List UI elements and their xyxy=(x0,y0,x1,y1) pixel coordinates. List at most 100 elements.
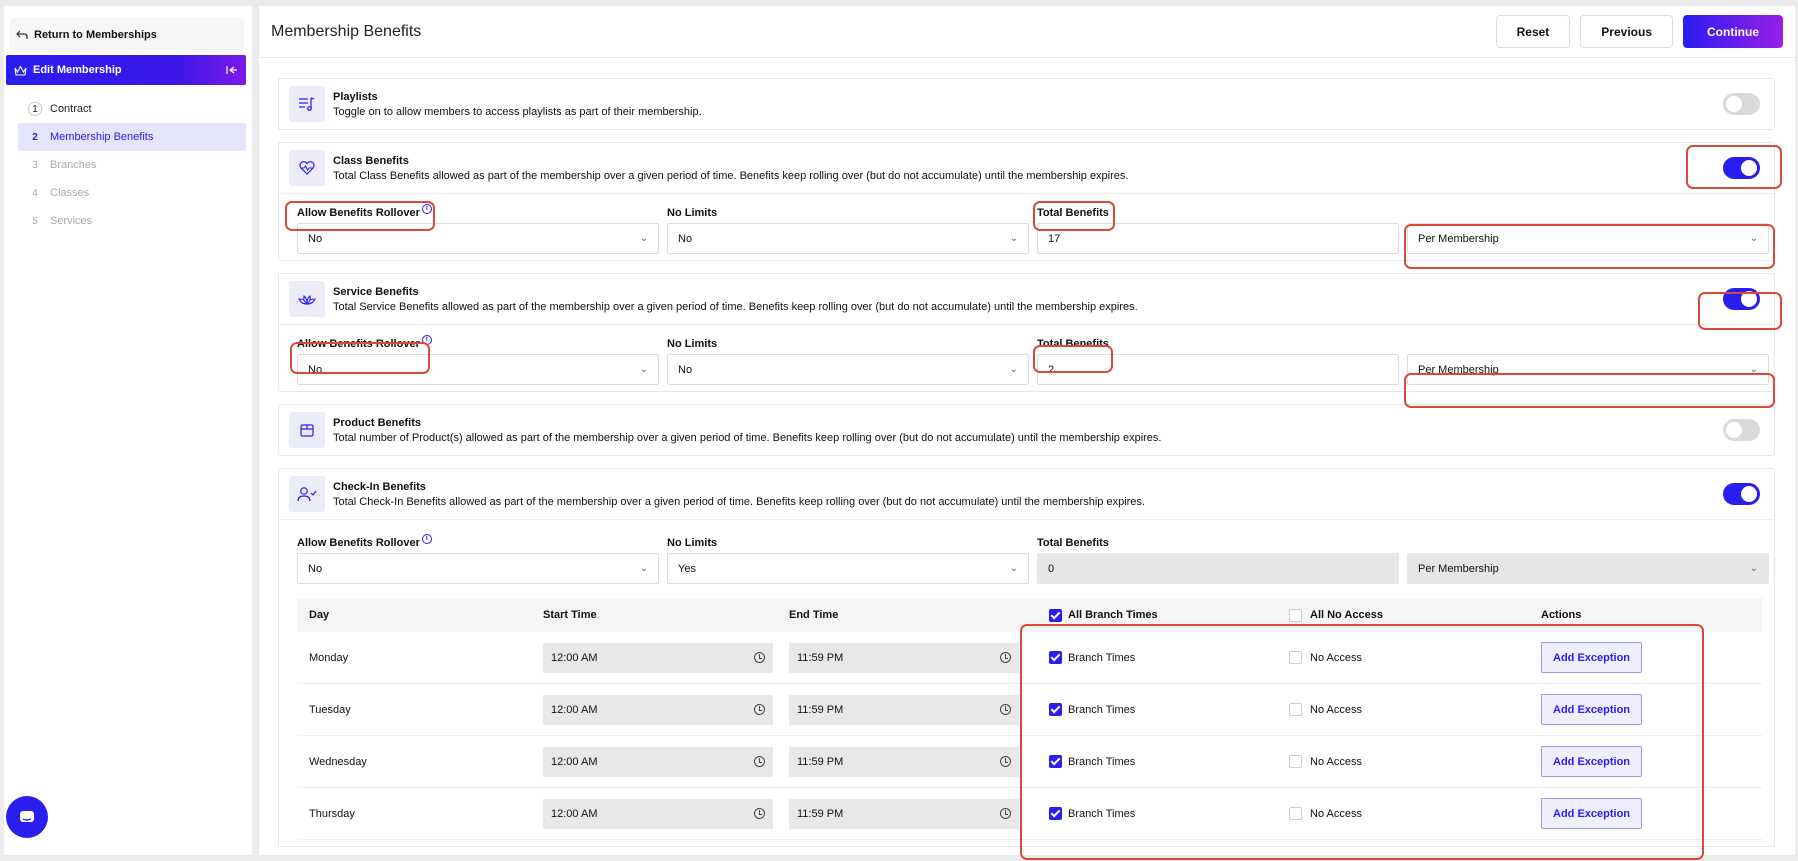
no-access-checkbox[interactable] xyxy=(1289,651,1302,664)
total-benefits-label: Total Benefits xyxy=(1037,536,1109,549)
table-row: Wednesday 12:00 AM 11:59 PM Branch Times… xyxy=(297,736,1762,788)
card-description: Total Check-In Benefits allowed as part … xyxy=(333,495,1145,508)
step-contract[interactable]: 1 Contract xyxy=(18,95,246,123)
step-classes[interactable]: 4 Classes xyxy=(18,179,246,207)
return-to-memberships-link[interactable]: Return to Memberships xyxy=(10,18,244,52)
no-access-checkbox[interactable] xyxy=(1289,755,1302,768)
rollover-select[interactable]: No ⌄ xyxy=(297,354,659,385)
start-time-input[interactable]: 12:00 AM xyxy=(543,642,773,673)
collapse-sidebar-icon[interactable] xyxy=(226,65,238,75)
branch-times-label: Branch Times xyxy=(1068,807,1136,820)
card-description: Total Service Benefits allowed as part o… xyxy=(333,300,1138,313)
day-cell: Tuesday xyxy=(309,703,351,716)
end-time-input[interactable]: 11:59 PM xyxy=(789,746,1019,777)
total-benefits-label: Total Benefits xyxy=(1037,337,1109,350)
add-exception-button[interactable]: Add Exception xyxy=(1541,642,1643,673)
end-time-input[interactable]: 11:59 PM xyxy=(789,798,1019,829)
start-time-input[interactable]: 12:00 AM xyxy=(543,694,773,725)
rollover-label: Allow Benefits Rollover i xyxy=(297,333,659,354)
rollover-select[interactable]: No ⌄ xyxy=(297,553,659,584)
step-branches[interactable]: 3 Branches xyxy=(18,151,246,179)
main-content: Membership Benefits Reset Previous Conti… xyxy=(259,6,1795,855)
col-day: Day xyxy=(309,609,330,621)
checkin-benefits-card: Check-In Benefits Total Check-In Benefit… xyxy=(278,468,1775,847)
period-select[interactable]: Per Membership ⌄ xyxy=(1407,223,1769,254)
step-services[interactable]: 5 Services xyxy=(18,207,246,235)
start-time-input[interactable]: 12:00 AM xyxy=(543,746,773,777)
no-limits-select[interactable]: No ⌄ xyxy=(667,354,1029,385)
table-row: Thursday 12:00 AM 11:59 PM Branch Times … xyxy=(297,788,1762,840)
card-title: Service Benefits xyxy=(333,285,419,298)
no-access-checkbox[interactable] xyxy=(1289,703,1302,716)
box-icon xyxy=(289,412,325,448)
info-icon[interactable]: i xyxy=(421,203,432,214)
continue-button[interactable]: Continue xyxy=(1683,15,1783,48)
chevron-down-icon: ⌄ xyxy=(639,233,648,244)
branch-times-checkbox[interactable] xyxy=(1049,651,1062,664)
chevron-down-icon: ⌄ xyxy=(1749,233,1758,244)
service-benefits-toggle[interactable] xyxy=(1723,288,1760,310)
clock-icon xyxy=(754,652,765,663)
step-membership-benefits[interactable]: 2 Membership Benefits xyxy=(18,123,246,151)
lotus-icon xyxy=(289,281,325,317)
clock-icon xyxy=(1000,652,1011,663)
end-time-input[interactable]: 11:59 PM xyxy=(789,642,1019,673)
branch-times-checkbox[interactable] xyxy=(1049,703,1062,716)
info-icon[interactable]: i xyxy=(421,533,432,544)
total-benefits-input[interactable]: 17 xyxy=(1037,223,1399,254)
add-exception-button[interactable]: Add Exception xyxy=(1541,694,1643,725)
rollover-select[interactable]: No ⌄ xyxy=(297,223,659,254)
start-time-input[interactable]: 12:00 AM xyxy=(543,798,773,829)
add-exception-button[interactable]: Add Exception xyxy=(1541,746,1643,777)
chevron-down-icon: ⌄ xyxy=(1009,563,1018,574)
schedule-table: Day Start Time End Time All Branch Times… xyxy=(297,598,1762,840)
chevron-down-icon: ⌄ xyxy=(1749,563,1758,574)
class-benefits-toggle[interactable] xyxy=(1723,157,1760,179)
period-select: Per Membership ⌄ xyxy=(1407,553,1769,584)
end-time-input[interactable]: 11:59 PM xyxy=(789,694,1019,725)
all-no-access-label: All No Access xyxy=(1310,609,1383,621)
card-description: Toggle on to allow members to access pla… xyxy=(333,105,702,118)
reset-button[interactable]: Reset xyxy=(1495,15,1571,48)
chevron-down-icon: ⌄ xyxy=(1009,233,1018,244)
no-limits-select[interactable]: No ⌄ xyxy=(667,223,1029,254)
step-label: Contract xyxy=(50,103,92,115)
step-label: Classes xyxy=(50,187,90,199)
user-check-icon xyxy=(289,476,325,512)
return-label: Return to Memberships xyxy=(34,29,157,41)
branch-times-label: Branch Times xyxy=(1068,703,1136,716)
clock-icon xyxy=(754,704,765,715)
card-description: Total number of Product(s) allowed as pa… xyxy=(333,431,1162,444)
all-branch-times-checkbox[interactable] xyxy=(1049,608,1062,622)
no-access-label: No Access xyxy=(1310,755,1362,768)
table-row: Monday 12:00 AM 11:59 PM Branch Times No… xyxy=(297,632,1762,684)
branch-times-checkbox[interactable] xyxy=(1049,755,1062,768)
rollover-label: Allow Benefits Rollover i xyxy=(297,532,659,553)
total-benefits-input[interactable]: 2 xyxy=(1037,354,1399,385)
service-benefits-card: Service Benefits Total Service Benefits … xyxy=(278,273,1775,392)
no-limits-label: No Limits xyxy=(667,337,718,350)
branch-times-label: Branch Times xyxy=(1068,651,1136,664)
all-no-access-checkbox[interactable] xyxy=(1289,608,1302,622)
add-exception-button[interactable]: Add Exception xyxy=(1541,798,1643,829)
info-icon[interactable]: i xyxy=(421,334,432,345)
no-limits-select[interactable]: Yes ⌄ xyxy=(667,553,1029,584)
heart-pulse-icon xyxy=(289,150,325,186)
no-access-checkbox[interactable] xyxy=(1289,807,1302,820)
chevron-down-icon: ⌄ xyxy=(1009,364,1018,375)
no-access-label: No Access xyxy=(1310,651,1362,664)
step-label: Membership Benefits xyxy=(50,131,154,143)
previous-button[interactable]: Previous xyxy=(1580,15,1673,48)
branch-times-checkbox[interactable] xyxy=(1049,807,1062,820)
product-benefits-toggle[interactable] xyxy=(1723,419,1760,441)
edit-membership-label: Edit Membership xyxy=(33,64,122,76)
card-description: Total Class Benefits allowed as part of … xyxy=(333,169,1129,182)
period-select[interactable]: Per Membership ⌄ xyxy=(1407,354,1769,385)
playlist-icon xyxy=(289,86,325,122)
playlists-toggle[interactable] xyxy=(1723,93,1760,115)
day-cell: Monday xyxy=(309,651,349,664)
edit-membership-header: Edit Membership xyxy=(6,55,246,85)
checkin-benefits-toggle[interactable] xyxy=(1723,483,1760,505)
clock-icon xyxy=(754,808,765,819)
chat-support-button[interactable] xyxy=(6,796,48,838)
